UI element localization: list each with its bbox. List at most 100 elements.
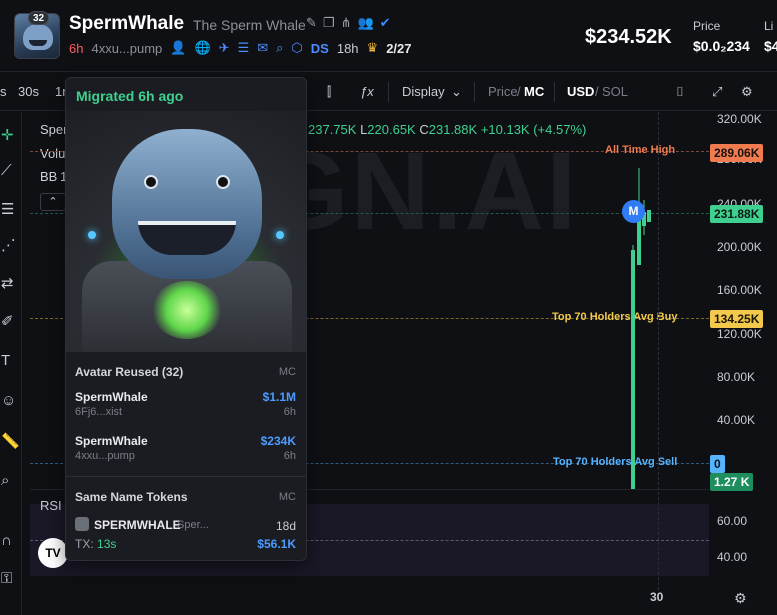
lock-icon[interactable]: ⚿: [1, 570, 12, 587]
token-fullname: The Sperm Whale: [193, 17, 306, 33]
magnet-icon[interactable]: ∩: [1, 532, 12, 549]
y-tick: 40.00K: [717, 413, 756, 427]
volume-label: Volu: [40, 146, 66, 161]
reused-item-mc: $1.1M: [262, 390, 296, 404]
reused-item-address: 4xxu...pump: [75, 450, 135, 462]
avatar-reused-title: Avatar Reused (32): [75, 365, 184, 379]
top-holders[interactable]: 2/27: [386, 41, 411, 56]
display-dropdown[interactable]: Display: [402, 84, 445, 99]
indicators-icon[interactable]: ƒx: [360, 84, 374, 99]
same-name-title: Same Name Tokens: [75, 490, 188, 504]
usd-toggle[interactable]: USD: [567, 84, 594, 99]
token-info-popup: Migrated 6h ago Avatar Reused (32) MC Sp…: [65, 77, 307, 561]
y-tick: 80.00K: [717, 370, 756, 384]
dexscreener-icon[interactable]: ⬡: [291, 40, 302, 56]
y-tick: 120.00K: [717, 327, 762, 341]
same-name-token-name[interactable]: SPERMWHALE: [94, 518, 181, 532]
toolbar-divider: [474, 82, 475, 102]
tradingview-logo: TV: [38, 538, 68, 568]
current-value-badge: 231.88K: [710, 205, 764, 223]
header-action-icons: ✎ ❐ ⋔ 👥 ✔: [306, 15, 391, 31]
chart-settings-icon[interactable]: ⚙: [734, 590, 747, 607]
price-label: Price: [693, 19, 721, 33]
drawing-tools: ✛ ⟋ ☰ ⋰ ⇄ ✐ T ☺ 📏 ⌕ ∩ ⚿: [0, 112, 22, 615]
verified-icon[interactable]: ✔: [380, 15, 391, 31]
reused-item-name[interactable]: SpermWhale: [75, 434, 148, 448]
y-tick: 160.00K: [717, 283, 762, 297]
price-toggle[interactable]: Price: [488, 84, 518, 99]
price-axis: 320.00K 280.00K 240.00K 200.00K 160.00K …: [709, 112, 777, 592]
ohlc-low: 220.65K: [367, 122, 416, 137]
crosshair-icon[interactable]: ✛: [1, 126, 14, 144]
reused-item-mc: $234K: [260, 434, 296, 448]
timeframe-s[interactable]: s: [0, 84, 7, 99]
same-name-tx: TX: 13s: [75, 537, 116, 551]
same-name-token-sub: Sper...: [177, 519, 209, 531]
x-axis-label: 30: [650, 590, 664, 604]
fullscreen-icon[interactable]: ⤢: [712, 84, 722, 100]
settings-gear-icon[interactable]: ⚙: [741, 84, 753, 100]
search-icon[interactable]: ⌕: [276, 40, 283, 56]
copy-icon[interactable]: ❐: [323, 15, 335, 31]
avg-buy-value-badge: 134.25K: [710, 310, 764, 328]
camera-icon[interactable]: ⌷: [676, 84, 684, 100]
brush-icon[interactable]: ✐: [1, 312, 14, 330]
crown-icon: ♛: [366, 40, 379, 55]
mc-toggle[interactable]: MC: [524, 84, 544, 99]
candle-body: [631, 250, 635, 490]
reused-item-name[interactable]: SpermWhale: [75, 390, 148, 404]
share-icon[interactable]: ⋔: [341, 15, 352, 31]
trend-line-icon[interactable]: ⟋: [1, 162, 12, 179]
reused-item-time: 6h: [283, 450, 296, 462]
telegram-icon[interactable]: ✈: [219, 40, 230, 56]
text-icon[interactable]: T: [1, 352, 10, 369]
popup-divider: [66, 476, 306, 477]
toolbar-divider: [388, 82, 389, 102]
emoji-icon[interactable]: ☺: [1, 392, 16, 409]
token-name: SpermWhale: [69, 13, 185, 34]
same-name-avatar: [75, 517, 89, 531]
ath-value-badge: 289.06K: [710, 144, 764, 162]
measure-icon[interactable]: ⇄: [1, 274, 14, 292]
whale-eye: [144, 175, 158, 189]
green-glow: [152, 281, 222, 339]
chevron-down-icon[interactable]: ⌄: [451, 84, 462, 100]
zoom-icon[interactable]: ⌕: [1, 472, 9, 489]
tx-value: 13s: [97, 537, 117, 551]
volume-value-badge: 1.27 K: [710, 473, 754, 491]
timeframe-30s[interactable]: 30s: [18, 84, 39, 99]
reused-item-address: 6Fj6...xist: [75, 406, 123, 418]
collapse-legend-button[interactable]: ⌃: [40, 193, 66, 211]
armor-light: [276, 231, 284, 239]
user-icon[interactable]: 👤: [170, 40, 186, 56]
list-icon[interactable]: ☰: [238, 40, 250, 56]
ohlc-change: +10.13K (+4.57%): [480, 122, 587, 137]
sol-toggle[interactable]: SOL: [602, 84, 628, 99]
ds-label[interactable]: DS: [311, 41, 329, 56]
toggle-separator: /: [517, 84, 521, 99]
globe-icon[interactable]: 🌐: [194, 40, 210, 56]
migrated-status: Migrated 6h ago: [76, 88, 184, 104]
candle-body: [647, 210, 651, 222]
watermark: GN.AI: [263, 130, 579, 253]
rsi-label: RSI: [40, 498, 62, 513]
toggle-separator: /: [595, 84, 599, 99]
token-address[interactable]: 4xxu...pump: [91, 41, 162, 56]
pattern-icon[interactable]: ⋰: [1, 236, 16, 254]
candle-body: [637, 220, 641, 265]
same-name-mc: $56.1K: [257, 537, 296, 551]
rsi-tick: 40.00: [717, 550, 748, 564]
toolbar-divider: [554, 82, 555, 102]
ohlc-high: 237.75K: [308, 122, 357, 137]
liquidity-value: $4: [764, 38, 777, 54]
compose-icon[interactable]: ✉: [257, 40, 268, 56]
whale-face: [23, 24, 53, 50]
ds-time: 18h: [336, 40, 359, 56]
community-icon[interactable]: 👥: [357, 15, 373, 31]
horizontal-lines-icon[interactable]: ☰: [1, 200, 14, 218]
candle-type-icon[interactable]: ⫿: [327, 84, 331, 100]
ruler-icon[interactable]: 📏: [1, 432, 20, 450]
token-image: [66, 111, 306, 352]
edit-icon[interactable]: ✎: [306, 15, 317, 31]
migration-marker[interactable]: M: [622, 200, 645, 223]
